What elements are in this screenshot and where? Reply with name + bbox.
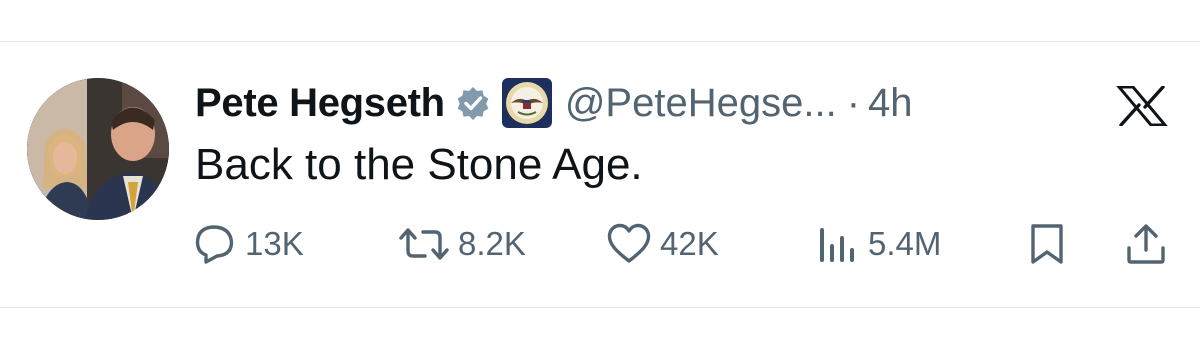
bookmark-icon: [1027, 222, 1067, 266]
bookmark-button[interactable]: [1027, 216, 1067, 272]
views-button[interactable]: 5.4M: [816, 216, 941, 272]
x-logo-icon: [1115, 85, 1169, 127]
action-bar: 13K 8.2K 42K 5.4M: [0, 216, 1200, 272]
post-text: Back to the Stone Age.: [195, 140, 643, 189]
bottom-divider: [0, 307, 1200, 308]
verified-badge-icon: [455, 85, 491, 121]
department-seal-icon[interactable]: [501, 77, 553, 129]
avatar-image: [27, 78, 169, 220]
author-handle[interactable]: @PeteHegse...: [565, 81, 837, 126]
reply-count: 13K: [245, 225, 304, 262]
repost-button[interactable]: 8.2K: [398, 216, 526, 272]
post-timestamp[interactable]: 4h: [868, 81, 913, 126]
top-divider: [0, 41, 1200, 42]
views-icon: [816, 222, 860, 266]
heart-icon: [606, 222, 652, 266]
share-icon: [1124, 222, 1168, 266]
reply-icon: [193, 222, 237, 266]
author-name[interactable]: Pete Hegseth: [195, 81, 445, 126]
avatar[interactable]: [27, 78, 169, 220]
like-count: 42K: [660, 225, 719, 262]
separator-dot: ·: [846, 80, 861, 125]
reply-button[interactable]: 13K: [193, 216, 304, 272]
share-button[interactable]: [1124, 216, 1168, 272]
repost-icon: [398, 222, 450, 266]
repost-count: 8.2K: [458, 225, 526, 262]
views-count: 5.4M: [868, 225, 942, 262]
like-button[interactable]: 42K: [606, 216, 719, 272]
post-header: Pete Hegseth @PeteHegse... · 4h: [195, 74, 913, 132]
